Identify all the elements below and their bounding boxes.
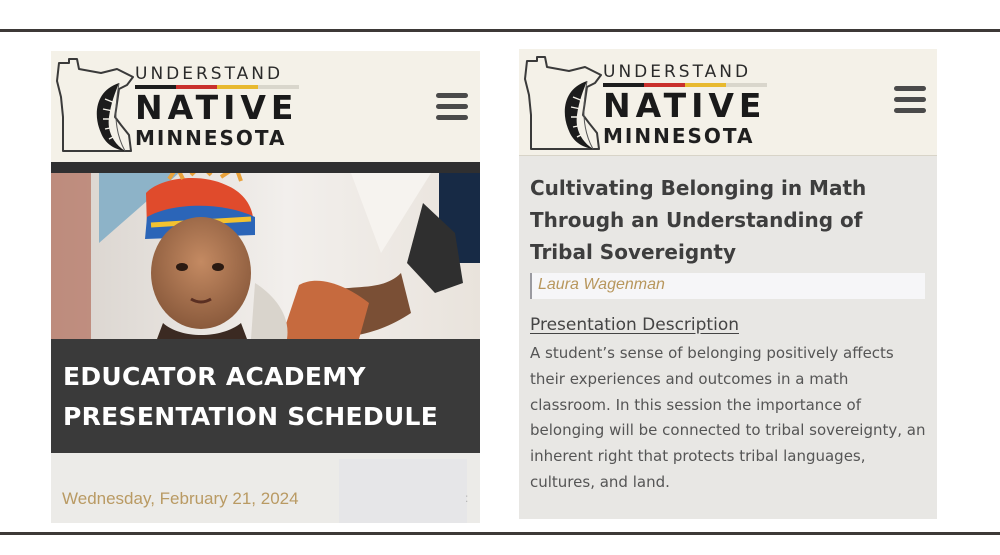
site-logo[interactable]: UNDERSTAND NATIVE MINNESOTA <box>55 57 305 157</box>
presenter-name-box: Laura Wagenman <box>530 273 925 299</box>
presentation-title: Cultivating Belonging in Math Through an… <box>530 176 867 264</box>
hamburger-menu-icon[interactable] <box>894 86 926 114</box>
schedule-screen: UNDERSTAND NATIVE MINNESOTA EDUCATOR ACA… <box>51 51 480 523</box>
hero-image <box>51 173 480 339</box>
page-title: EDUCATOR ACADEMY PRESENTATION SCHEDULE <box>63 362 439 431</box>
logo-wordmark: UNDERSTAND NATIVE MINNESOTA <box>603 62 767 147</box>
date-side-panel <box>339 459 467 523</box>
description-text: A student’s sense of belonging positivel… <box>530 344 926 491</box>
top-divider <box>0 29 1000 32</box>
logo-line-minnesota: MINNESOTA <box>135 126 287 150</box>
event-date: Wednesday, February 21, 2024 <box>62 489 299 508</box>
presentation-detail-screen: UNDERSTAND NATIVE MINNESOTA Cultivating … <box>519 49 937 519</box>
title-banner: EDUCATOR ACADEMY PRESENTATION SCHEDULE <box>51 339 480 453</box>
logo-line-native: NATIVE <box>603 86 767 125</box>
site-header: UNDERSTAND NATIVE MINNESOTA <box>519 49 937 156</box>
site-logo[interactable]: UNDERSTAND NATIVE MINNESOTA <box>523 55 773 155</box>
header-divider-band <box>51 162 480 173</box>
logo-line-native: NATIVE <box>135 88 299 127</box>
logo-line-minnesota: MINNESOTA <box>603 124 755 148</box>
description-heading: Presentation Description <box>530 315 739 335</box>
bottom-divider <box>0 532 1000 535</box>
presenter-name: Laura Wagenman <box>538 276 665 293</box>
hamburger-menu-icon[interactable] <box>436 93 468 121</box>
site-header: UNDERSTAND NATIVE MINNESOTA <box>51 51 480 162</box>
logo-wordmark: UNDERSTAND NATIVE MINNESOTA <box>135 64 299 149</box>
logo-line-understand: UNDERSTAND <box>603 62 752 82</box>
edge-marker: : <box>465 491 469 505</box>
logo-line-understand: UNDERSTAND <box>135 64 284 84</box>
